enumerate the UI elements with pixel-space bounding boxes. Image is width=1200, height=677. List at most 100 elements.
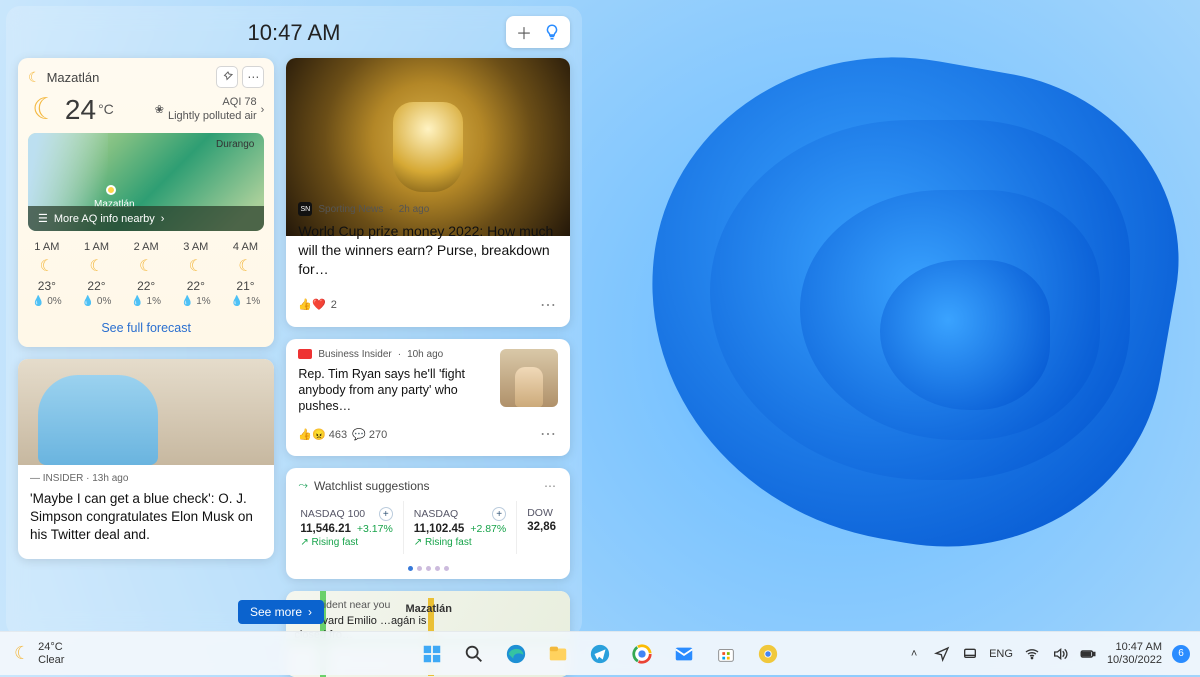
- news-tim-ryan[interactable]: Business Insider · 10h ago Rep. Tim Ryan…: [286, 339, 570, 457]
- stock-item[interactable]: NASDAQ + 11,102.45 +2.87% ↗ Rising fast: [404, 501, 517, 554]
- layers-icon: ☰: [38, 212, 48, 225]
- news-source: Business Insider: [318, 349, 391, 360]
- map-label-durango: Durango: [216, 139, 254, 150]
- stock-item[interactable]: DOW 32,86: [517, 501, 570, 554]
- story-headline: 'Maybe I can get a blue check': O. J. Si…: [30, 490, 262, 545]
- stock-item[interactable]: NASDAQ 100+ 11,546.21+3.17% ↗ Rising fas…: [290, 501, 403, 554]
- news-source: Sporting News: [318, 204, 383, 215]
- hour-temp: 22°: [137, 279, 155, 293]
- taskbar-cond: Clear: [38, 654, 64, 667]
- hour-precip: 💧 1%: [181, 296, 211, 307]
- hour-slot[interactable]: 4 AM ☾ 21° 💧 1%: [231, 241, 261, 307]
- weather-map[interactable]: Durango Mazatlán ☰ More AQ info nearby ›: [28, 133, 264, 231]
- wifi-icon[interactable]: [1023, 645, 1041, 663]
- stock-note: ↗ Rising fast: [300, 537, 392, 548]
- chevron-up-icon[interactable]: ˄: [905, 645, 923, 663]
- source-badge-icon: SN: [298, 202, 312, 216]
- hour-precip: 💧 0%: [32, 296, 62, 307]
- file-explorer-icon[interactable]: [542, 638, 574, 670]
- wallpaper-bloom: [530, 20, 1200, 620]
- moon-icon: ☾: [40, 256, 54, 276]
- reactions[interactable]: 👍😠 463: [298, 428, 347, 441]
- tips-button[interactable]: [540, 20, 564, 44]
- story-source-line: — INSIDER · 13h ago: [30, 473, 262, 484]
- touchpad-icon[interactable]: [961, 645, 979, 663]
- panel-header-actions: ＋: [506, 16, 570, 48]
- telegram-icon[interactable]: [584, 638, 616, 670]
- mail-icon[interactable]: [668, 638, 700, 670]
- hour-slot[interactable]: 2 AM ☾ 22° 💧 1%: [131, 241, 161, 307]
- news-ago: 2h ago: [399, 204, 430, 215]
- ms-store-icon[interactable]: [710, 638, 742, 670]
- location-icon[interactable]: [933, 645, 951, 663]
- weather-more-button[interactable]: ⋯: [242, 66, 264, 88]
- stock-symbol: NASDAQ: [414, 508, 458, 520]
- stock-value: 32,86: [527, 521, 556, 533]
- hour-temp: 23°: [38, 279, 56, 293]
- chevron-right-icon: ›: [161, 213, 165, 225]
- stock-change: +2.87%: [470, 523, 506, 535]
- aqi-summary[interactable]: ❀ AQI 78 Lightly polluted air ›: [155, 96, 265, 124]
- aq-nearby-label: More AQ info nearby: [54, 213, 155, 225]
- pin-button[interactable]: [216, 66, 238, 88]
- taskbar-clock[interactable]: 10:47 AM 10/30/2022: [1107, 641, 1162, 666]
- panel-clock: 10:47 AM: [248, 20, 341, 46]
- aq-nearby-button[interactable]: ☰ More AQ info nearby ›: [28, 206, 264, 231]
- comments[interactable]: 💬 270: [352, 428, 387, 441]
- watchlist-widget[interactable]: ⤳Watchlist suggestions ⋯ NASDAQ 100+ 11,…: [286, 468, 570, 579]
- news-world-cup[interactable]: SN Sporting News · 2h ago World Cup priz…: [286, 58, 570, 327]
- hourly-forecast: 1 AM ☾ 23° 💧 0% 1 AM ☾ 22° 💧 0% 2 AM ☾: [18, 231, 274, 313]
- chrome-canary-icon[interactable]: [752, 638, 784, 670]
- see-full-forecast-link[interactable]: See full forecast: [18, 313, 274, 347]
- widgets-panel: 10:47 AM ＋ ☾ Mazatlán: [6, 6, 582, 636]
- hour-slot[interactable]: 1 AM ☾ 23° 💧 0%: [32, 241, 62, 307]
- weather-icon: ☾: [28, 69, 41, 86]
- aqi-leaf-icon: ❀: [155, 103, 164, 116]
- hour-time: 2 AM: [134, 241, 159, 253]
- hour-time: 3 AM: [183, 241, 208, 253]
- chevron-right-icon: ›: [308, 605, 312, 619]
- watchlist-more-button[interactable]: ⋯: [544, 479, 558, 493]
- news-story-insider[interactable]: — INSIDER · 13h ago 'Maybe I can get a b…: [18, 359, 274, 559]
- moon-icon: ☾: [139, 256, 153, 276]
- notification-badge[interactable]: 6: [1172, 645, 1190, 663]
- aqi-value: AQI 78: [168, 96, 257, 110]
- start-button[interactable]: [416, 638, 448, 670]
- hour-precip: 💧 1%: [131, 296, 161, 307]
- edge-icon[interactable]: [500, 638, 532, 670]
- weather-widget[interactable]: ☾ Mazatlán ⋯ ☾ 24°C: [18, 58, 274, 347]
- hour-time: 1 AM: [34, 241, 59, 253]
- hour-slot[interactable]: 1 AM ☾ 22° 💧 0%: [82, 241, 112, 307]
- language-indicator[interactable]: ENG: [989, 648, 1013, 660]
- add-stock-button[interactable]: +: [492, 507, 506, 521]
- moon-icon: ☾: [238, 256, 252, 276]
- news-more-button[interactable]: ⋯: [540, 424, 558, 444]
- volume-icon[interactable]: [1051, 645, 1069, 663]
- stock-value: 11,546.21: [300, 523, 351, 535]
- hour-time: 4 AM: [233, 241, 258, 253]
- weather-condition-icon: ☾: [32, 92, 59, 127]
- story-image: [18, 359, 274, 465]
- pager-dots[interactable]: [286, 562, 570, 579]
- news-headline: World Cup prize money 2022: How much wil…: [298, 222, 558, 279]
- add-stock-button[interactable]: +: [379, 507, 393, 521]
- taskbar-time: 10:47 AM: [1107, 641, 1162, 654]
- news-more-button[interactable]: ⋯: [540, 295, 558, 315]
- stock-value: 11,102.45: [414, 523, 465, 535]
- see-more-button[interactable]: See more ›: [238, 600, 324, 624]
- map-pin-icon: [106, 185, 116, 195]
- chevron-right-icon: ›: [261, 104, 265, 116]
- search-button[interactable]: [458, 638, 490, 670]
- weather-unit: °C: [98, 101, 114, 117]
- watchlist-title: Watchlist suggestions: [314, 479, 430, 493]
- stock-note: ↗ Rising fast: [414, 537, 506, 548]
- weather-temp: 24: [65, 94, 96, 125]
- hour-slot[interactable]: 3 AM ☾ 22° 💧 1%: [181, 241, 211, 307]
- add-widget-button[interactable]: ＋: [512, 20, 536, 44]
- stocks-icon: ⤳: [298, 478, 308, 493]
- battery-icon[interactable]: [1079, 645, 1097, 663]
- reactions[interactable]: 👍❤️ 2: [298, 298, 337, 311]
- news-headline: Rep. Tim Ryan says he'll 'fight anybody …: [298, 366, 492, 415]
- chrome-icon[interactable]: [626, 638, 658, 670]
- taskbar-weather[interactable]: ☾ 24°CClear: [0, 632, 78, 675]
